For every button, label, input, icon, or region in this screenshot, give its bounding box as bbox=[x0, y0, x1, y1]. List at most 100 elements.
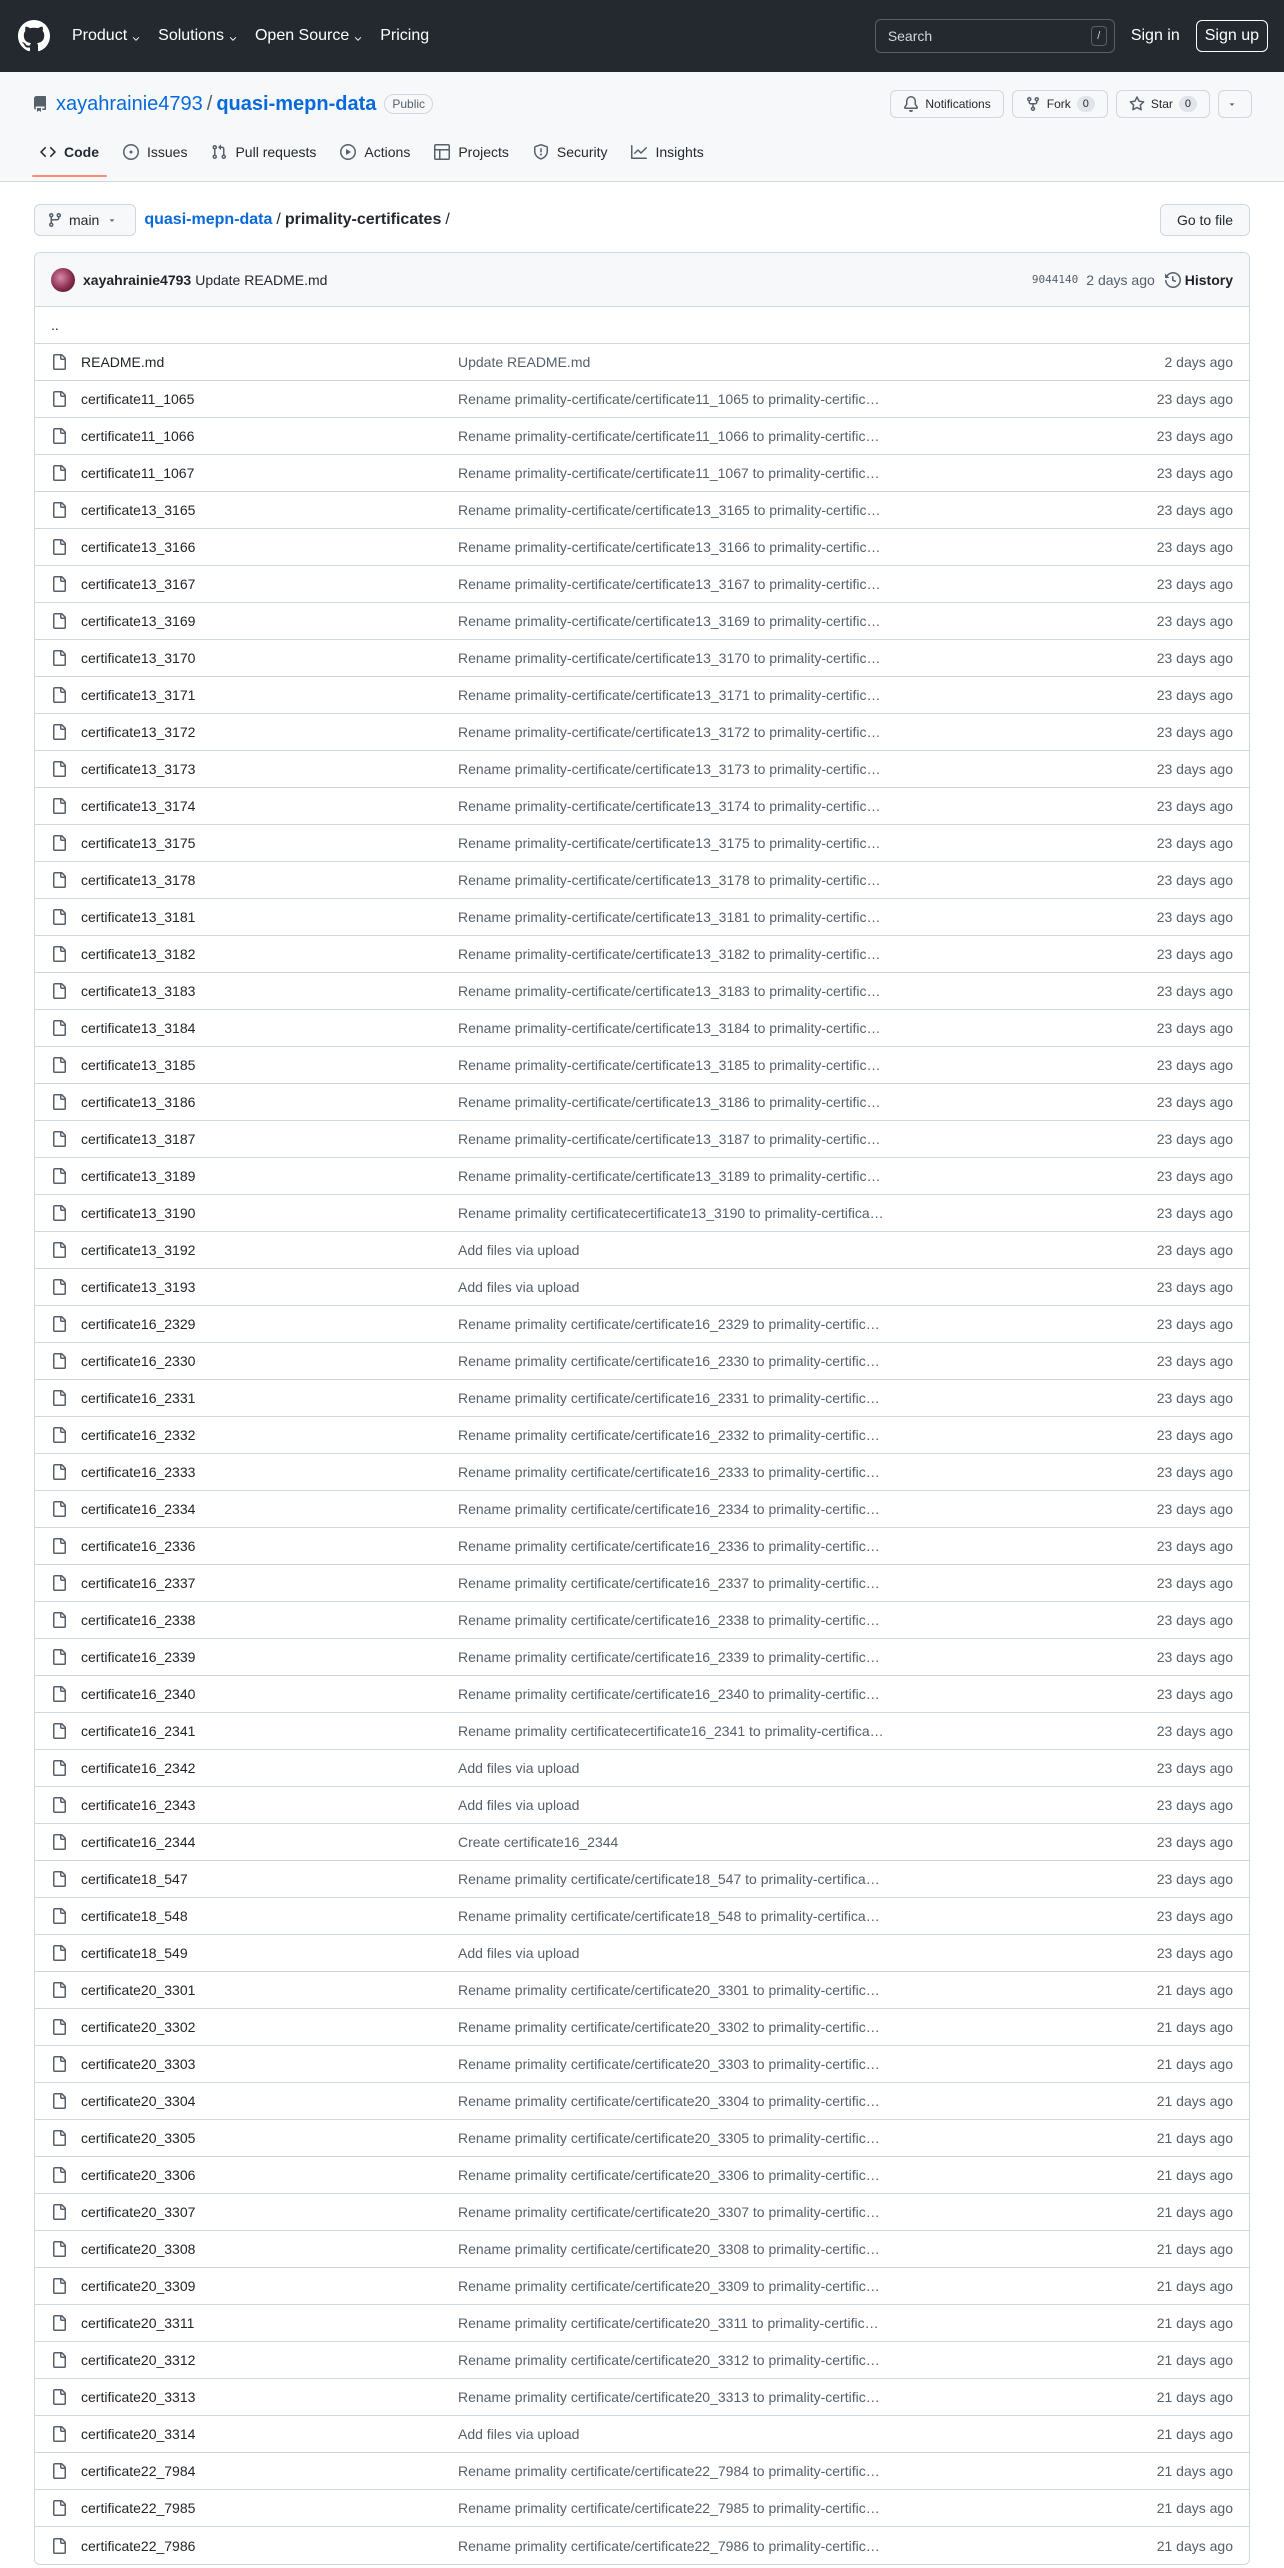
file-name-link[interactable]: certificate13_3170 bbox=[81, 650, 458, 666]
file-name-link[interactable]: certificate16_2329 bbox=[81, 1316, 458, 1332]
file-commit-message-link[interactable]: Rename primality-certificate/certificate… bbox=[458, 1168, 898, 1184]
file-name-link[interactable]: certificate20_3307 bbox=[81, 2204, 458, 2220]
file-commit-message-link[interactable]: Rename primality certificate/certificate… bbox=[458, 2500, 898, 2516]
file-commit-message-link[interactable]: Rename primality-certificate/certificate… bbox=[458, 650, 898, 666]
file-commit-message-link[interactable]: Rename primality-certificate/certificate… bbox=[458, 1020, 898, 1036]
repo-owner-link[interactable]: xayahrainie4793 bbox=[56, 93, 203, 116]
star-button[interactable]: Star 0 bbox=[1115, 90, 1210, 118]
tab-actions[interactable]: Actions bbox=[332, 128, 418, 176]
file-name-link[interactable]: certificate13_3175 bbox=[81, 835, 458, 851]
file-commit-message-link[interactable]: Rename primality-certificate/certificate… bbox=[458, 613, 898, 629]
github-logo-icon[interactable] bbox=[18, 20, 50, 52]
file-commit-message-link[interactable]: Rename primality certificate/certificate… bbox=[458, 2056, 898, 2072]
breadcrumb-repo-link[interactable]: quasi-mepn-data bbox=[144, 211, 272, 229]
file-commit-message-link[interactable]: Rename primality-certificate/certificate… bbox=[458, 465, 898, 481]
file-commit-message-link[interactable]: Rename primality certificate/certificate… bbox=[458, 1464, 898, 1480]
file-commit-message-link[interactable]: Rename primality certificate/certificate… bbox=[458, 1353, 898, 1369]
file-commit-message-link[interactable]: Rename primality certificate/certificate… bbox=[458, 2389, 898, 2405]
file-name-link[interactable]: certificate18_549 bbox=[81, 1945, 458, 1961]
file-name-link[interactable]: certificate20_3314 bbox=[81, 2426, 458, 2442]
file-name-link[interactable]: certificate13_3178 bbox=[81, 872, 458, 888]
file-commit-message-link[interactable]: Rename primality certificate/certificate… bbox=[458, 2241, 898, 2257]
file-commit-message-link[interactable]: Rename primality certificate/certificate… bbox=[458, 1908, 898, 1924]
file-name-link[interactable]: certificate18_547 bbox=[81, 1871, 458, 1887]
nav-item-pricing[interactable]: Pricing bbox=[380, 27, 429, 45]
file-commit-message-link[interactable]: Rename primality-certificate/certificate… bbox=[458, 1131, 898, 1147]
search-input[interactable]: Search / bbox=[874, 19, 1115, 53]
file-commit-message-link[interactable]: Rename primality-certificate/certificate… bbox=[458, 1057, 898, 1073]
go-to-file-button[interactable]: Go to file bbox=[1159, 204, 1250, 236]
file-name-link[interactable]: certificate20_3309 bbox=[81, 2278, 458, 2294]
file-name-link[interactable]: README.md bbox=[81, 354, 458, 370]
file-commit-message-link[interactable]: Rename primality certificate/certificate… bbox=[458, 2019, 898, 2035]
avatar[interactable] bbox=[51, 267, 75, 292]
file-commit-message-link[interactable]: Rename primality-certificate/certificate… bbox=[458, 687, 898, 703]
tab-security[interactable]: Security bbox=[525, 128, 616, 176]
file-commit-message-link[interactable]: Rename primality certificatecertificate1… bbox=[458, 1723, 898, 1739]
commit-message-link[interactable]: Update README.md bbox=[195, 272, 327, 288]
file-name-link[interactable]: certificate20_3302 bbox=[81, 2019, 458, 2035]
file-name-link[interactable]: certificate20_3303 bbox=[81, 2056, 458, 2072]
file-commit-message-link[interactable]: Rename primality certificate/certificate… bbox=[458, 1501, 898, 1517]
file-name-link[interactable]: certificate16_2331 bbox=[81, 1390, 458, 1406]
commit-sha-link[interactable]: 9044140 bbox=[1032, 273, 1078, 286]
file-name-link[interactable]: certificate16_2340 bbox=[81, 1686, 458, 1702]
file-name-link[interactable]: certificate16_2333 bbox=[81, 1464, 458, 1480]
file-name-link[interactable]: certificate13_3169 bbox=[81, 613, 458, 629]
branch-selector-button[interactable]: main bbox=[34, 204, 137, 236]
file-name-link[interactable]: certificate13_3171 bbox=[81, 687, 458, 703]
file-commit-message-link[interactable]: Rename primality certificate/certificate… bbox=[458, 2093, 898, 2109]
file-commit-message-link[interactable]: Add files via upload bbox=[458, 1797, 898, 1813]
file-name-link[interactable]: certificate13_3173 bbox=[81, 761, 458, 777]
file-commit-message-link[interactable]: Rename primality certificate/certificate… bbox=[458, 2167, 898, 2183]
notifications-button[interactable]: Notifications bbox=[890, 90, 1004, 118]
parent-directory-link[interactable]: .. bbox=[35, 307, 1249, 344]
file-name-link[interactable]: certificate20_3308 bbox=[81, 2241, 458, 2257]
file-name-link[interactable]: certificate13_3193 bbox=[81, 1279, 458, 1295]
file-name-link[interactable]: certificate13_3192 bbox=[81, 1242, 458, 1258]
file-commit-message-link[interactable]: Rename primality certificate/certificate… bbox=[458, 1649, 898, 1665]
file-name-link[interactable]: certificate20_3311 bbox=[81, 2315, 458, 2331]
file-commit-message-link[interactable]: Add files via upload bbox=[458, 1945, 898, 1961]
file-commit-message-link[interactable]: Rename primality certificate/certificate… bbox=[458, 1538, 898, 1554]
file-commit-message-link[interactable]: Rename primality-certificate/certificate… bbox=[458, 798, 898, 814]
file-name-link[interactable]: certificate13_3183 bbox=[81, 983, 458, 999]
file-name-link[interactable]: certificate11_1066 bbox=[81, 428, 458, 444]
file-name-link[interactable]: certificate20_3312 bbox=[81, 2352, 458, 2368]
file-commit-message-link[interactable]: Update README.md bbox=[458, 354, 898, 370]
file-name-link[interactable]: certificate13_3186 bbox=[81, 1094, 458, 1110]
file-name-link[interactable]: certificate16_2336 bbox=[81, 1538, 458, 1554]
file-commit-message-link[interactable]: Rename primality certificate/certificate… bbox=[458, 2130, 898, 2146]
tab-issues[interactable]: Issues bbox=[115, 128, 195, 176]
file-commit-message-link[interactable]: Create certificate16_2344 bbox=[458, 1834, 898, 1850]
file-name-link[interactable]: certificate13_3190 bbox=[81, 1205, 458, 1221]
file-commit-message-link[interactable]: Add files via upload bbox=[458, 1760, 898, 1776]
file-name-link[interactable]: certificate13_3182 bbox=[81, 946, 458, 962]
file-commit-message-link[interactable]: Rename primality-certificate/certificate… bbox=[458, 1094, 898, 1110]
file-commit-message-link[interactable]: Add files via upload bbox=[458, 1242, 898, 1258]
file-commit-message-link[interactable]: Add files via upload bbox=[458, 2426, 898, 2442]
file-name-link[interactable]: certificate20_3301 bbox=[81, 1982, 458, 1998]
file-name-link[interactable]: certificate16_2338 bbox=[81, 1612, 458, 1628]
file-name-link[interactable]: certificate16_2342 bbox=[81, 1760, 458, 1776]
file-name-link[interactable]: certificate13_3185 bbox=[81, 1057, 458, 1073]
file-commit-message-link[interactable]: Rename primality-certificate/certificate… bbox=[458, 724, 898, 740]
file-commit-message-link[interactable]: Rename primality-certificate/certificate… bbox=[458, 502, 898, 518]
tab-pull-requests[interactable]: Pull requests bbox=[203, 128, 324, 176]
file-name-link[interactable]: certificate16_2339 bbox=[81, 1649, 458, 1665]
file-commit-message-link[interactable]: Rename primality-certificate/certificate… bbox=[458, 428, 898, 444]
file-name-link[interactable]: certificate16_2337 bbox=[81, 1575, 458, 1591]
file-name-link[interactable]: certificate20_3304 bbox=[81, 2093, 458, 2109]
file-name-link[interactable]: certificate13_3184 bbox=[81, 1020, 458, 1036]
file-commit-message-link[interactable]: Rename primality certificate/certificate… bbox=[458, 2538, 898, 2554]
nav-item-open-source[interactable]: Open Source bbox=[255, 27, 363, 45]
file-name-link[interactable]: certificate22_7986 bbox=[81, 2538, 458, 2554]
file-name-link[interactable]: certificate11_1065 bbox=[81, 391, 458, 407]
file-name-link[interactable]: certificate18_548 bbox=[81, 1908, 458, 1924]
nav-item-solutions[interactable]: Solutions bbox=[158, 27, 238, 45]
file-commit-message-link[interactable]: Rename primality-certificate/certificate… bbox=[458, 946, 898, 962]
file-name-link[interactable]: certificate11_1067 bbox=[81, 465, 458, 481]
repo-name-link[interactable]: quasi-mepn-data bbox=[216, 93, 376, 116]
tab-code[interactable]: Code bbox=[32, 128, 107, 177]
file-commit-message-link[interactable]: Rename primality certificate/certificate… bbox=[458, 1390, 898, 1406]
